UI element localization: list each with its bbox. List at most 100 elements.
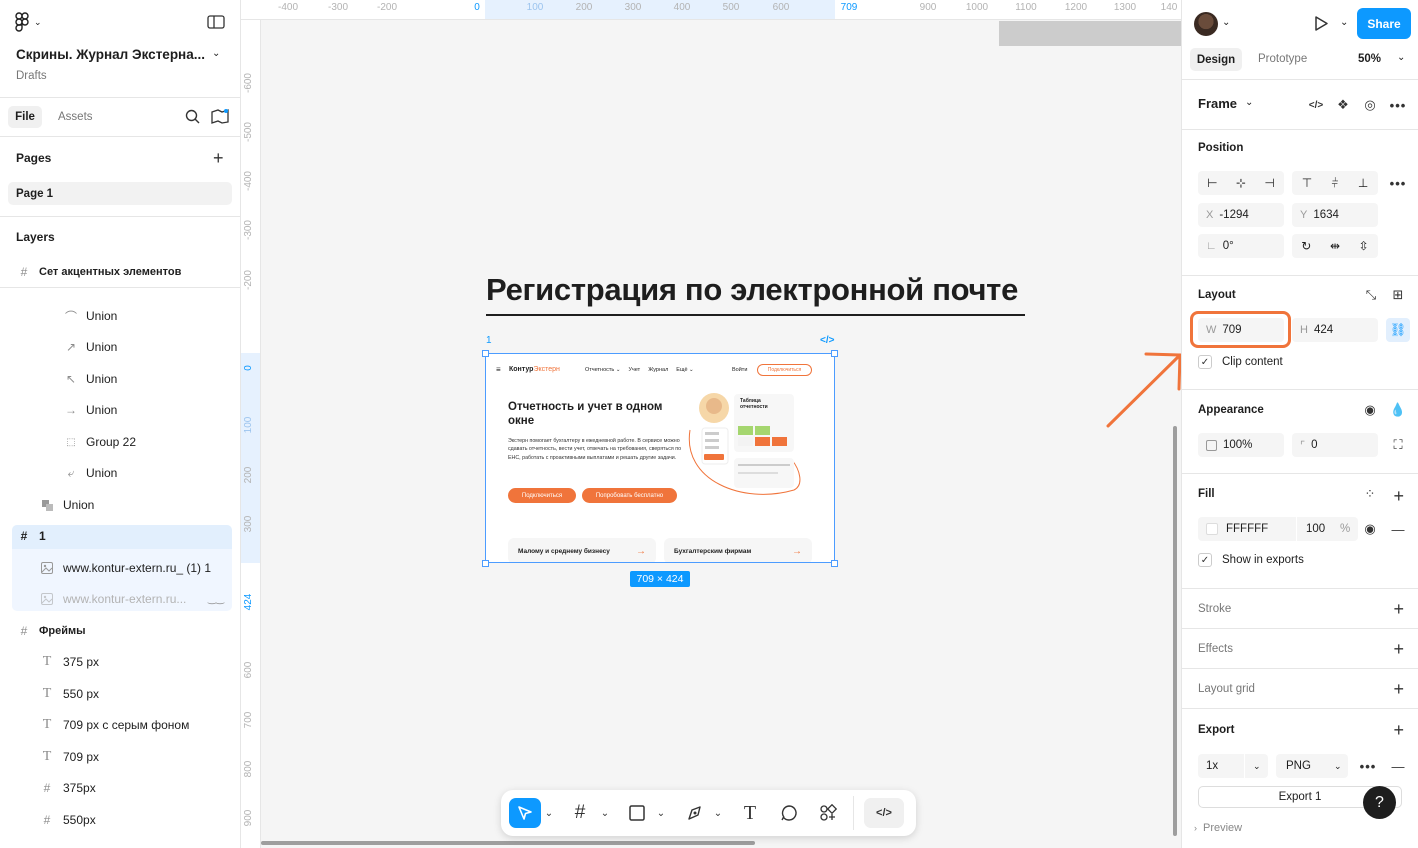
page-item-1[interactable]: Page 1: [8, 182, 232, 205]
vertical-scrollbar[interactable]: [1173, 426, 1177, 836]
rotate-icon[interactable]: ↻: [1301, 239, 1311, 253]
layer-item[interactable]: Union: [0, 490, 240, 520]
flip-horizontal-icon[interactable]: ⇹: [1330, 239, 1340, 253]
layer-item[interactable]: # 375px: [0, 773, 240, 803]
add-stroke-icon[interactable]: +: [1393, 600, 1404, 618]
layer-item[interactable]: ⬚ Group 22: [0, 427, 240, 457]
component-icon[interactable]: ❖: [1331, 93, 1355, 117]
eye-icon[interactable]: ◉: [1358, 398, 1382, 422]
color-swatch[interactable]: [1206, 523, 1218, 535]
fill-color-field[interactable]: FFFFFF 100 %: [1198, 517, 1358, 541]
export-format-select[interactable]: PNG ⌄: [1276, 754, 1348, 778]
layer-item[interactable]: ⌒ Union: [0, 301, 240, 331]
resize-handle[interactable]: [482, 560, 489, 567]
chevron-down-icon[interactable]: ⌄: [1245, 97, 1253, 108]
layer-item[interactable]: ↖ Union: [0, 364, 240, 394]
add-fill-icon[interactable]: +: [1393, 487, 1404, 505]
preview-toggle[interactable]: › Preview: [1194, 822, 1242, 834]
layer-item[interactable]: T 550 px: [0, 679, 240, 709]
align-top-icon[interactable]: ⊤: [1302, 176, 1312, 190]
code-icon[interactable]: </>: [820, 335, 834, 346]
chevron-down-icon[interactable]: ⌄: [711, 798, 725, 828]
frame-type-label[interactable]: Frame: [1198, 96, 1237, 111]
main-menu-button[interactable]: ⌄: [14, 12, 42, 32]
add-layout-grid-icon[interactable]: +: [1393, 680, 1404, 698]
layer-item[interactable]: # Сет акцентных элементов: [0, 257, 240, 287]
layer-item[interactable]: T 709 px с серым фоном: [0, 710, 240, 740]
more-icon[interactable]: •••: [1386, 93, 1410, 117]
selected-frame[interactable]: ≡ КонтурЭкстерн Отчетность ⌄ Учет Журнал…: [485, 353, 835, 563]
collapse-icon[interactable]: ⤡: [1359, 283, 1383, 307]
add-effect-icon[interactable]: +: [1393, 640, 1404, 658]
offscreen-frame[interactable]: [999, 21, 1181, 46]
layer-item[interactable]: T 709 px: [0, 742, 240, 772]
zoom-level[interactable]: 50%: [1358, 53, 1381, 65]
corner-radius-field[interactable]: ⌜ 0: [1292, 433, 1378, 457]
chevron-down-icon[interactable]: ⌄: [1340, 17, 1348, 28]
panel-toggle-icon[interactable]: [207, 15, 225, 32]
layer-item[interactable]: T 375 px: [0, 647, 240, 677]
opacity-field[interactable]: 100%: [1198, 433, 1284, 457]
layer-item[interactable]: ⤶ Union: [0, 458, 240, 488]
layer-item[interactable]: → Union: [0, 395, 240, 425]
actions-tool-icon[interactable]: [815, 798, 841, 828]
align-bottom-icon[interactable]: ⊥: [1358, 176, 1368, 190]
tab-prototype[interactable]: Prototype: [1258, 53, 1307, 65]
add-export-icon[interactable]: +: [1393, 721, 1404, 739]
layer-item[interactable]: www.kontur-extern.ru_ (1) 1: [0, 553, 240, 583]
x-field[interactable]: X -1294: [1198, 203, 1284, 227]
y-field[interactable]: Y 1634: [1292, 203, 1378, 227]
chevron-down-icon[interactable]: ⌄: [1222, 17, 1230, 28]
present-icon[interactable]: [1313, 15, 1329, 35]
dev-mode-toggle[interactable]: </>: [864, 798, 904, 828]
chevron-down-icon[interactable]: ⌄: [1397, 52, 1405, 63]
layer-item[interactable]: # Фреймы: [0, 616, 240, 646]
search-icon[interactable]: [185, 109, 200, 127]
help-button[interactable]: ?: [1363, 786, 1396, 819]
resize-handle[interactable]: [482, 350, 489, 357]
clip-content-checkbox[interactable]: ✓ Clip content: [1198, 355, 1283, 369]
styles-icon[interactable]: ⁘: [1358, 482, 1382, 506]
more-icon[interactable]: •••: [1386, 171, 1410, 195]
code-icon[interactable]: </>: [1304, 93, 1328, 117]
frame-tool-icon[interactable]: #: [567, 798, 593, 828]
canvas-heading[interactable]: Регистрация по электронной почте: [486, 272, 1018, 308]
file-menu-chevron-icon[interactable]: ⌄: [212, 48, 220, 59]
chevron-down-icon[interactable]: ⌄: [654, 798, 668, 828]
align-center-v-icon[interactable]: ⫩: [1332, 176, 1339, 191]
independent-corners-icon[interactable]: ⛶: [1386, 433, 1410, 457]
constrain-proportions-icon[interactable]: ⛓: [1386, 318, 1410, 342]
layer-item[interactable]: ↗ Union: [0, 332, 240, 362]
add-page-icon[interactable]: +: [213, 148, 224, 169]
horizontal-scrollbar[interactable]: [261, 841, 755, 845]
remove-export-icon[interactable]: —: [1386, 754, 1410, 778]
frame-name-label[interactable]: 1: [486, 335, 492, 346]
avatar[interactable]: [1194, 12, 1218, 36]
eye-closed-icon[interactable]: ‿‿: [208, 594, 224, 605]
height-field[interactable]: H 424: [1292, 318, 1378, 342]
layer-item-hidden[interactable]: www.kontur-extern.ru... ‿‿: [0, 584, 240, 614]
resize-handle[interactable]: [831, 350, 838, 357]
layer-item[interactable]: # 550px: [0, 805, 240, 835]
chevron-down-icon[interactable]: ⌄: [542, 798, 556, 828]
move-tool-button[interactable]: [509, 798, 541, 828]
pen-tool-icon[interactable]: [682, 798, 708, 828]
export-scale-select[interactable]: 1x ⌄: [1198, 754, 1268, 778]
tab-file[interactable]: File: [8, 106, 42, 128]
eye-icon[interactable]: ◉: [1358, 517, 1382, 541]
show-in-exports-checkbox[interactable]: ✓ Show in exports: [1198, 553, 1304, 567]
library-icon[interactable]: [211, 109, 229, 127]
file-title[interactable]: Скрины. Журнал Экстерна...: [16, 47, 205, 62]
tab-assets[interactable]: Assets: [58, 111, 93, 123]
text-tool-icon[interactable]: T: [737, 798, 763, 828]
rotation-field[interactable]: ∟ 0°: [1198, 234, 1284, 258]
align-right-icon[interactable]: ⊣: [1264, 176, 1274, 190]
align-center-h-icon[interactable]: ⊹: [1236, 176, 1246, 190]
resize-handle[interactable]: [831, 560, 838, 567]
rectangle-tool-icon[interactable]: [624, 798, 650, 828]
more-icon[interactable]: •••: [1356, 754, 1380, 778]
auto-layout-icon[interactable]: ⊞: [1386, 283, 1410, 307]
comment-tool-icon[interactable]: [776, 798, 802, 828]
align-left-icon[interactable]: ⊢: [1207, 176, 1217, 190]
blend-mode-icon[interactable]: 💧: [1386, 398, 1410, 422]
